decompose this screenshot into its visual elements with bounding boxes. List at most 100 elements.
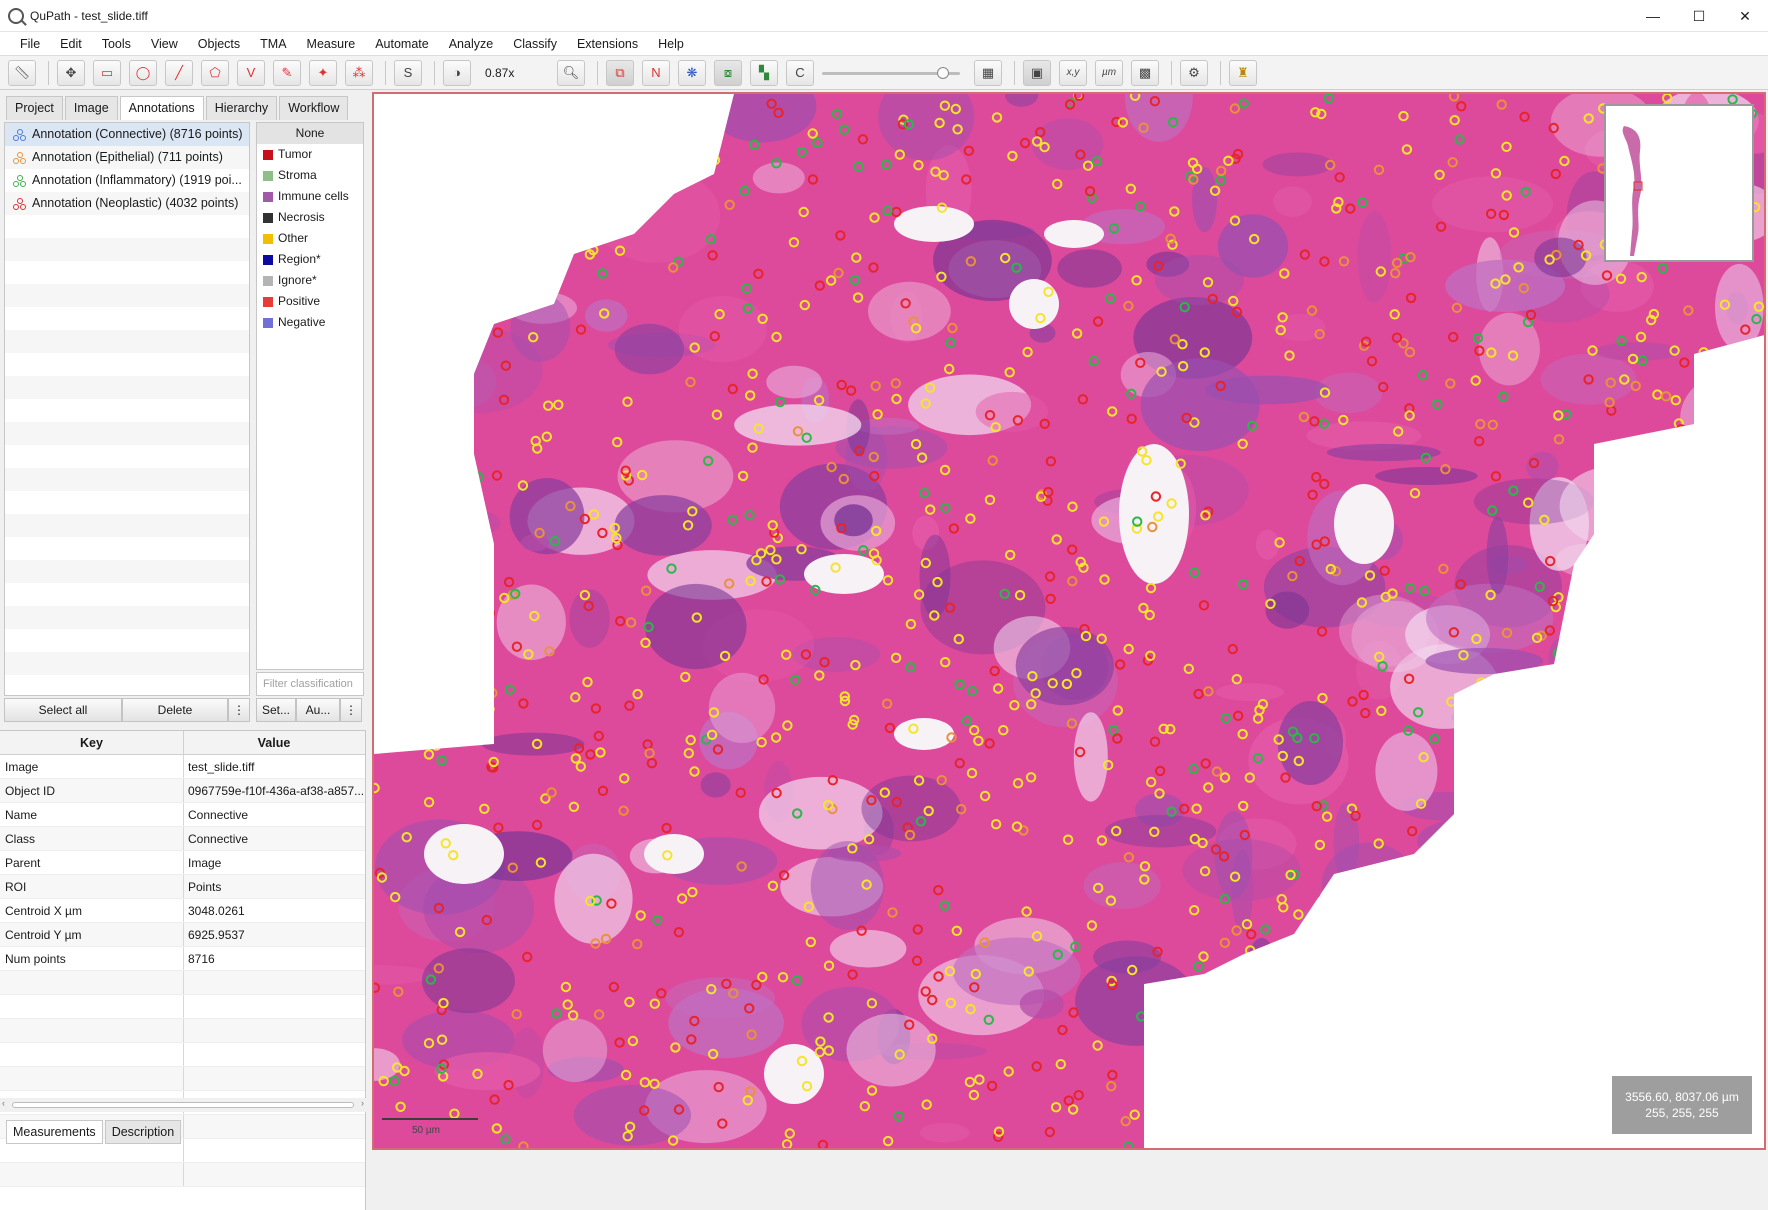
slide-image[interactable]: [374, 94, 1764, 1148]
property-row[interactable]: Centroid X µm 3048.0261: [0, 899, 365, 923]
class-none-item[interactable]: None: [257, 123, 363, 144]
value-column-header[interactable]: Value: [184, 731, 364, 754]
ellipse-tool-button[interactable]: ◯: [129, 59, 157, 86]
property-row[interactable]: ROI Points: [0, 875, 365, 899]
property-row[interactable]: [0, 995, 365, 1019]
horizontal-scrollbar[interactable]: ‹ ›: [0, 1098, 366, 1112]
menu-objects[interactable]: Objects: [188, 32, 250, 56]
delete-button[interactable]: Delete: [122, 698, 228, 722]
set-class-button[interactable]: Set...: [256, 698, 296, 722]
annotation-point: [1605, 614, 1616, 625]
show-grid-button[interactable]: ▩: [1131, 59, 1159, 86]
close-button[interactable]: ✕: [1722, 0, 1768, 32]
menu-tma[interactable]: TMA: [250, 32, 296, 56]
wand-tool-button[interactable]: ✦: [309, 59, 337, 86]
annotation-list-item[interactable]: Annotation (Neoplastic) (4032 points): [5, 192, 249, 215]
tab-project[interactable]: Project: [6, 96, 63, 120]
show-scalebar-button[interactable]: µm: [1095, 59, 1123, 86]
menu-extensions[interactable]: Extensions: [567, 32, 648, 56]
annotation-more-button[interactable]: ⋮: [228, 698, 250, 722]
annotation-list[interactable]: Annotation (Connective) (8716 points) Ann…: [4, 122, 250, 696]
tab-hierarchy[interactable]: Hierarchy: [205, 96, 278, 120]
property-row[interactable]: Class Connective: [0, 827, 365, 851]
show-measurement-table-button[interactable]: ▦: [974, 59, 1002, 86]
brush-tool-button[interactable]: ✎: [273, 59, 301, 86]
tab-annotations[interactable]: Annotations: [119, 96, 204, 120]
rectangle-tool-button[interactable]: ▭: [93, 59, 121, 86]
class-item[interactable]: Tumor: [257, 144, 363, 165]
menu-tools[interactable]: Tools: [92, 32, 141, 56]
annotation-point: [1258, 1104, 1270, 1115]
class-item[interactable]: Other: [257, 228, 363, 249]
select-all-button[interactable]: Select all: [4, 698, 122, 722]
show-tma-grid-button[interactable]: ❋: [678, 59, 706, 86]
overview-thumbnail[interactable]: [1604, 104, 1754, 262]
show-overview-button[interactable]: ▣: [1023, 59, 1051, 86]
show-connections-button[interactable]: C: [786, 59, 814, 86]
show-names-button[interactable]: N: [642, 59, 670, 86]
annotation-list-item[interactable]: Annotation (Epithelial) (711 points): [5, 146, 249, 169]
move-tool-button[interactable]: ✥: [57, 59, 85, 86]
zoom-to-fit-button[interactable]: 🔍︎: [557, 59, 585, 86]
property-row[interactable]: [0, 971, 365, 995]
log-button[interactable]: ♜: [1229, 59, 1257, 86]
property-row[interactable]: [0, 1043, 365, 1067]
show-annotations-button[interactable]: ⧉: [606, 59, 634, 86]
class-item[interactable]: Region*: [257, 249, 363, 270]
maximize-button[interactable]: ☐: [1676, 0, 1722, 32]
menu-edit[interactable]: Edit: [50, 32, 92, 56]
scroll-left-icon[interactable]: ‹: [2, 1098, 5, 1108]
classification-list[interactable]: None Tumor Stroma Immune cells Necrosis Othe…: [256, 122, 364, 670]
property-row[interactable]: Object ID 0967759e-f10f-436a-af38-a857...: [0, 779, 365, 803]
c-icon: C: [795, 65, 805, 80]
class-item[interactable]: Positive: [257, 291, 363, 312]
tab-workflow[interactable]: Workflow: [279, 96, 349, 120]
scroll-right-icon[interactable]: ›: [361, 1098, 364, 1108]
polyline-tool-button[interactable]: V: [237, 59, 265, 86]
opacity-slider[interactable]: [822, 60, 960, 86]
menu-automate[interactable]: Automate: [365, 32, 439, 56]
slider-thumb[interactable]: [937, 66, 950, 79]
property-row[interactable]: [0, 1067, 365, 1091]
minimize-button[interactable]: —: [1630, 0, 1676, 32]
class-item[interactable]: Necrosis: [257, 207, 363, 228]
menu-view[interactable]: View: [141, 32, 188, 56]
tab-image[interactable]: Image: [64, 96, 118, 120]
property-row[interactable]: Name Connective: [0, 803, 365, 827]
tab-measurements[interactable]: Measurements: [6, 1120, 103, 1144]
tab-description[interactable]: Description: [104, 1120, 182, 1144]
selection-mode-button[interactable]: S: [394, 59, 422, 86]
menu-help[interactable]: Help: [648, 32, 694, 56]
class-more-button[interactable]: ⋮: [340, 698, 362, 722]
toolbar-separator: [597, 60, 598, 85]
class-item[interactable]: Immune cells: [257, 186, 363, 207]
line-tool-button[interactable]: ╱: [165, 59, 193, 86]
class-item[interactable]: Stroma: [257, 165, 363, 186]
menu-file[interactable]: File: [10, 32, 50, 56]
image-viewer[interactable]: 50 µm 3556.60, 8037.06 µm 255, 255, 255: [372, 92, 1766, 1150]
annotation-list-item[interactable]: Annotation (Connective) (8716 points): [5, 123, 249, 146]
auto-set-button[interactable]: Au...: [296, 698, 340, 722]
property-row[interactable]: [0, 1019, 365, 1043]
menu-classify[interactable]: Classify: [503, 32, 567, 56]
annotation-list-item[interactable]: Annotation (Inflammatory) (1919 poi...: [5, 169, 249, 192]
measure-tool-button[interactable]: 📏︎: [8, 59, 36, 86]
fill-detections-button[interactable]: ▚: [750, 59, 778, 86]
property-row[interactable]: Centroid Y µm 6925.9537: [0, 923, 365, 947]
menu-measure[interactable]: Measure: [297, 32, 366, 56]
property-row[interactable]: Num points 8716: [0, 947, 365, 971]
class-item[interactable]: Ignore*: [257, 270, 363, 291]
menu-analyze[interactable]: Analyze: [439, 32, 503, 56]
show-detections-button[interactable]: ⧇: [714, 59, 742, 86]
classification-filter-input[interactable]: Filter classification: [256, 672, 364, 696]
points-tool-button[interactable]: ⁂: [345, 59, 373, 86]
polygon-tool-button[interactable]: ⬠: [201, 59, 229, 86]
preferences-button[interactable]: ⚙: [1180, 59, 1208, 86]
property-row[interactable]: Image test_slide.tiff: [0, 755, 365, 779]
show-location-button[interactable]: x,y: [1059, 59, 1087, 86]
property-row[interactable]: [0, 1163, 365, 1187]
property-row[interactable]: Parent Image: [0, 851, 365, 875]
class-item[interactable]: Negative: [257, 312, 363, 333]
key-column-header[interactable]: Key: [0, 731, 184, 754]
brightness-contrast-button[interactable]: ◑: [443, 59, 471, 86]
